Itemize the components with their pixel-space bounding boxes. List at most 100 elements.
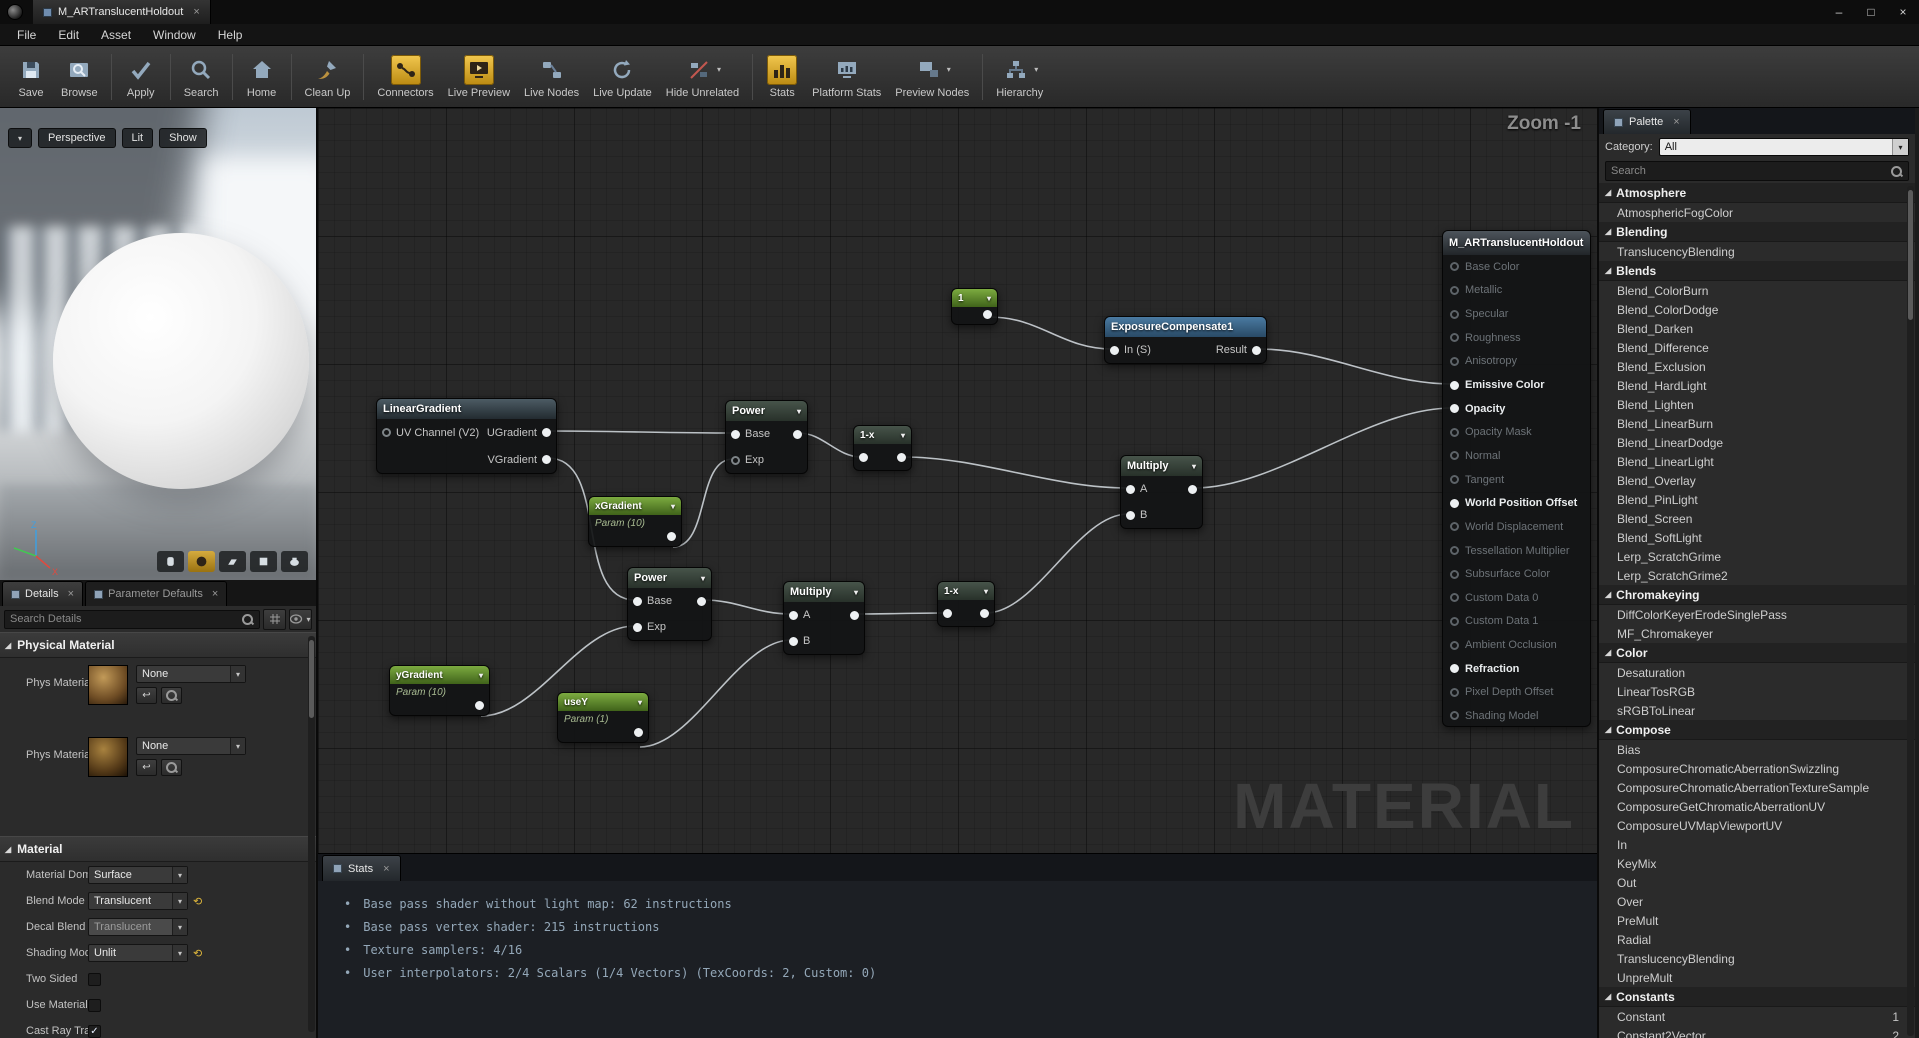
- tab-close-icon[interactable]: ×: [383, 863, 389, 875]
- palette-item[interactable]: Blend_ColorDodge: [1599, 300, 1915, 319]
- input-pin-icon[interactable]: [1450, 428, 1459, 437]
- palette-item[interactable]: DiffColorKeyerErodeSinglePass: [1599, 605, 1915, 624]
- palette-search-input[interactable]: [1611, 165, 1890, 177]
- palette-item[interactable]: MF_Chromakeyer: [1599, 624, 1915, 643]
- material-input-row[interactable]: Anisotropy: [1443, 350, 1590, 374]
- palette-item[interactable]: Blend_ColorBurn: [1599, 281, 1915, 300]
- input-pin-icon[interactable]: [633, 623, 642, 632]
- output-pin-icon[interactable]: [634, 728, 643, 737]
- output-pin-icon[interactable]: [850, 611, 859, 620]
- input-pin-icon[interactable]: [1450, 617, 1459, 626]
- menu-asset[interactable]: Asset: [90, 28, 142, 42]
- palette-item[interactable]: Over: [1599, 892, 1915, 911]
- input-pin-icon[interactable]: [1450, 499, 1459, 508]
- palette-item[interactable]: Blend_LinearLight: [1599, 452, 1915, 471]
- input-pin-icon[interactable]: [731, 456, 740, 465]
- input-pin-icon[interactable]: [789, 611, 798, 620]
- palette-item[interactable]: UnpreMult: [1599, 968, 1915, 987]
- minimize-button[interactable]: –: [1823, 0, 1855, 24]
- chevron-down-icon[interactable]: ▾: [987, 294, 991, 303]
- tab-close-icon[interactable]: ×: [1673, 116, 1679, 128]
- palette-category-blends[interactable]: ◢Blends: [1599, 261, 1915, 281]
- input-pin-icon[interactable]: [1450, 286, 1459, 295]
- palette-item[interactable]: Radial: [1599, 930, 1915, 949]
- chevron-down-icon[interactable]: ▾: [1192, 462, 1196, 471]
- shading-model-combo[interactable]: Unlit ▾: [88, 944, 188, 962]
- node-multiply[interactable]: Multiply▾ A B: [783, 581, 865, 655]
- node-ygradient[interactable]: yGradient▾ Param (10): [389, 665, 490, 716]
- input-pin-icon[interactable]: [382, 428, 391, 437]
- palette-item[interactable]: Lerp_ScratchGrime2: [1599, 566, 1915, 585]
- scrollbar-thumb[interactable]: [309, 640, 314, 718]
- output-pin-icon[interactable]: [980, 609, 989, 618]
- reset-to-default-icon[interactable]: ⟲: [193, 947, 202, 960]
- input-pin-icon[interactable]: [1450, 664, 1459, 673]
- node-material-result[interactable]: M_ARTranslucentHoldout Base ColorMetalli…: [1442, 230, 1591, 727]
- palette-item[interactable]: Blend_LinearDodge: [1599, 433, 1915, 452]
- node-usey[interactable]: useY▾ Param (1): [557, 692, 649, 743]
- input-pin-icon[interactable]: [1450, 711, 1459, 720]
- input-pin-icon[interactable]: [789, 637, 798, 646]
- input-pin-icon[interactable]: [1450, 570, 1459, 579]
- input-pin-icon[interactable]: [1450, 475, 1459, 484]
- palette-item[interactable]: Blend_HardLight: [1599, 376, 1915, 395]
- chevron-down-icon[interactable]: ▾: [671, 502, 675, 511]
- lit-button[interactable]: Lit: [122, 128, 154, 148]
- input-pin-icon[interactable]: [1450, 546, 1459, 555]
- close-button[interactable]: ×: [1887, 0, 1919, 24]
- perspective-button[interactable]: Perspective: [38, 128, 115, 148]
- input-pin-icon[interactable]: [1450, 641, 1459, 650]
- input-pin-icon[interactable]: [1450, 262, 1459, 271]
- material-input-row[interactable]: Normal: [1443, 444, 1590, 468]
- palette-item[interactable]: KeyMix: [1599, 854, 1915, 873]
- material-input-row[interactable]: World Displacement: [1443, 515, 1590, 539]
- node-linear-gradient[interactable]: LinearGradient UV Channel (V2) UGradient…: [376, 398, 557, 474]
- display-filter-button[interactable]: [263, 609, 286, 630]
- output-pin-icon[interactable]: [542, 428, 551, 437]
- preview-cube-button[interactable]: [250, 551, 277, 572]
- palette-item[interactable]: Blend_Screen: [1599, 509, 1915, 528]
- preview-sphere-button[interactable]: [188, 551, 215, 572]
- node-exposure-compensate[interactable]: ExposureCompensate1 In (S) Result: [1104, 316, 1267, 364]
- tab-parameter-defaults[interactable]: Parameter Defaults ×: [85, 581, 227, 606]
- input-pin-icon[interactable]: [1126, 485, 1135, 494]
- tab-details[interactable]: Details ×: [2, 581, 83, 606]
- material-input-row[interactable]: Emissive Color: [1443, 373, 1590, 397]
- hierarchy-button[interactable]: ▾ Hierarchy: [989, 53, 1050, 101]
- live-nodes-button[interactable]: Live Nodes: [517, 53, 586, 101]
- input-pin-icon[interactable]: [1450, 357, 1459, 366]
- output-pin-icon[interactable]: [1252, 346, 1261, 355]
- material-input-row[interactable]: Ambient Occlusion: [1443, 633, 1590, 657]
- palette-category-constants[interactable]: ◢Constants: [1599, 987, 1915, 1007]
- connectors-button[interactable]: Connectors: [370, 53, 440, 101]
- palette-category-compose[interactable]: ◢Compose: [1599, 720, 1915, 740]
- palette-item[interactable]: Blend_SoftLight: [1599, 528, 1915, 547]
- palette-item[interactable]: In: [1599, 835, 1915, 854]
- material-input-row[interactable]: Base Color: [1443, 255, 1590, 279]
- menu-window[interactable]: Window: [142, 28, 207, 42]
- clean-up-button[interactable]: Clean Up: [298, 53, 358, 101]
- material-input-row[interactable]: World Position Offset: [1443, 491, 1590, 515]
- node-multiply[interactable]: Multiply▾ A B: [1120, 455, 1203, 529]
- palette-item[interactable]: ComposureChromaticAberrationSwizzling: [1599, 759, 1915, 778]
- chevron-down-icon[interactable]: ▾: [901, 431, 905, 440]
- chevron-down-icon[interactable]: ▾: [1034, 65, 1038, 74]
- palette-item[interactable]: ComposureChromaticAberrationTextureSampl…: [1599, 778, 1915, 797]
- chevron-down-icon[interactable]: ▾: [854, 588, 858, 597]
- use-selected-button[interactable]: ↩: [136, 759, 157, 776]
- node-one-minus[interactable]: 1-x▾: [937, 581, 995, 627]
- input-pin-icon[interactable]: [1450, 522, 1459, 531]
- platform-stats-button[interactable]: Platform Stats: [805, 53, 888, 101]
- section-physical-material[interactable]: ◢ Physical Material: [0, 632, 316, 658]
- input-pin-icon[interactable]: [943, 609, 952, 618]
- menu-edit[interactable]: Edit: [47, 28, 90, 42]
- output-pin-icon[interactable]: [1188, 485, 1197, 494]
- input-pin-icon[interactable]: [731, 430, 740, 439]
- phys-material-combo[interactable]: None ▾: [136, 737, 246, 755]
- palette-item[interactable]: sRGBToLinear: [1599, 701, 1915, 720]
- preview-viewport[interactable]: ▾ Perspective Lit Show Z X: [0, 108, 316, 580]
- palette-item[interactable]: PreMult: [1599, 911, 1915, 930]
- use-material-checkbox[interactable]: [88, 999, 101, 1012]
- node-power[interactable]: Power▾ Base Exp: [725, 400, 808, 474]
- material-input-row[interactable]: Custom Data 0: [1443, 586, 1590, 610]
